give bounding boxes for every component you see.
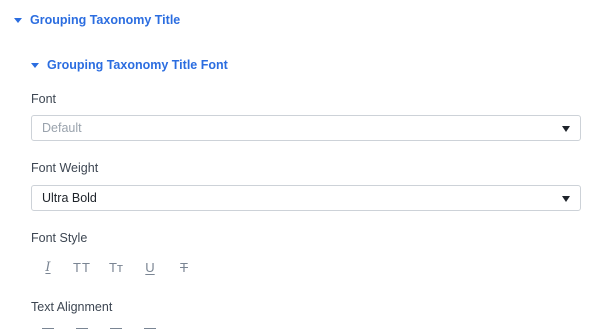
align-right-icon bbox=[110, 328, 122, 333]
font-style-label: Font Style bbox=[31, 231, 88, 245]
text-alignment-label: Text Alignment bbox=[31, 300, 113, 314]
text-alignment-button-group bbox=[31, 326, 167, 333]
align-justify-icon bbox=[144, 328, 156, 333]
capitalize-icon: Tт bbox=[109, 259, 123, 275]
uppercase-button[interactable]: TT bbox=[65, 256, 99, 278]
align-center-icon bbox=[76, 328, 88, 333]
align-right-button[interactable] bbox=[99, 326, 133, 333]
section-title: Grouping Taxonomy Title bbox=[30, 13, 181, 27]
settings-panel: Grouping Taxonomy Title Grouping Taxonom… bbox=[0, 0, 601, 333]
uppercase-icon: TT bbox=[73, 259, 91, 275]
align-left-icon bbox=[42, 328, 54, 333]
font-weight-label: Font Weight bbox=[31, 161, 99, 175]
section-toggle-grouping-taxonomy-title[interactable]: Grouping Taxonomy Title bbox=[14, 13, 180, 27]
italic-button[interactable]: I bbox=[31, 256, 65, 278]
align-center-button[interactable] bbox=[65, 326, 99, 333]
subsection-title: Grouping Taxonomy Title Font bbox=[47, 58, 228, 72]
align-left-button[interactable] bbox=[31, 326, 65, 333]
strikethrough-icon: T bbox=[180, 259, 188, 275]
font-weight-select-value: Ultra Bold bbox=[42, 191, 97, 205]
section-toggle-grouping-taxonomy-title-font[interactable]: Grouping Taxonomy Title Font bbox=[31, 58, 228, 72]
caret-down-icon bbox=[14, 18, 22, 23]
font-select-value: Default bbox=[42, 121, 82, 135]
underline-icon: U bbox=[145, 259, 155, 275]
font-weight-select[interactable]: Ultra Bold bbox=[31, 185, 581, 211]
font-label: Font bbox=[31, 92, 57, 106]
dropdown-arrow-icon bbox=[562, 196, 570, 202]
capitalize-button[interactable]: Tт bbox=[99, 256, 133, 278]
align-justify-button[interactable] bbox=[133, 326, 167, 333]
font-select[interactable]: Default bbox=[31, 115, 581, 141]
font-style-button-group: I TT Tт U T bbox=[31, 256, 201, 278]
dropdown-arrow-icon bbox=[562, 126, 570, 132]
strikethrough-button[interactable]: T bbox=[167, 256, 201, 278]
caret-down-icon bbox=[31, 63, 39, 68]
underline-button[interactable]: U bbox=[133, 256, 167, 278]
italic-icon: I bbox=[45, 259, 51, 275]
